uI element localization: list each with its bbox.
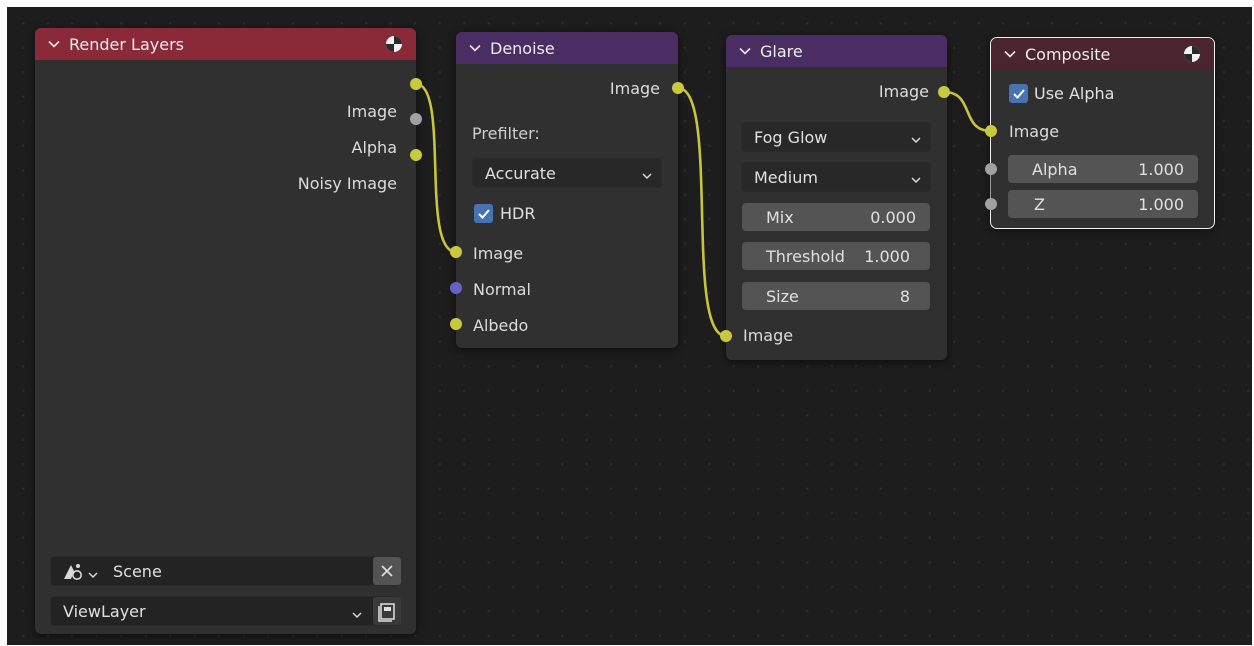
chevron-down-icon[interactable] [738, 44, 752, 58]
chevron-down-icon [910, 171, 922, 184]
render-globe-icon[interactable] [384, 34, 404, 54]
mix-value: 0.000 [870, 207, 916, 227]
render-layers-noisy-image-socket[interactable] [410, 149, 422, 161]
glare-image-output-socket[interactable] [938, 86, 950, 98]
socket-label: Albedo [473, 315, 529, 335]
prefilter-value: Accurate [485, 163, 556, 183]
glare-node[interactable]: Glare Image Fog Glow Medium Mix 0.000 Th… [726, 35, 947, 360]
alpha-label: Alpha [1032, 159, 1078, 179]
glare-quality-dropdown[interactable]: Medium [741, 162, 931, 192]
input-row-albedo: Albedo [473, 312, 528, 338]
hdr-checkbox[interactable] [474, 204, 493, 223]
node-title: Composite [1025, 44, 1111, 64]
socket-label: Image [609, 78, 660, 98]
output-row-noisy-image: Noisy Image [35, 170, 397, 196]
render-globe-icon[interactable] [1182, 44, 1202, 64]
scene-name[interactable]: Scene [113, 562, 162, 581]
input-row-image: Image [743, 322, 793, 348]
threshold-field[interactable]: Threshold 1.000 [742, 242, 930, 270]
size-field[interactable]: Size 8 [742, 282, 930, 310]
socket-label: Noisy Image [297, 173, 397, 193]
chevron-down-icon [641, 167, 653, 180]
render-layers-alpha-socket[interactable] [410, 113, 422, 125]
input-row-normal: Normal [473, 276, 531, 302]
size-value: 8 [899, 286, 910, 306]
prefilter-label: Prefilter: [472, 124, 540, 143]
mix-field[interactable]: Mix 0.000 [742, 203, 930, 231]
use-alpha-label[interactable]: Use Alpha [1034, 84, 1114, 103]
glare-quality-value: Medium [754, 167, 818, 187]
chevron-down-icon[interactable] [1003, 47, 1017, 61]
render-layers-node[interactable]: Render Layers Image Alpha Noisy Image Sc… [35, 28, 416, 634]
node-title: Glare [760, 41, 803, 61]
z-label: Z [1034, 194, 1045, 214]
composite-z-input-socket[interactable] [985, 198, 997, 210]
socket-label: Image [743, 325, 794, 345]
chevron-down-icon [87, 566, 99, 585]
scene-selector[interactable]: Scene [50, 556, 400, 586]
denoise-header[interactable]: Denoise [456, 32, 678, 64]
prefilter-dropdown[interactable]: Accurate [472, 158, 662, 188]
output-row-alpha: Alpha [35, 134, 398, 160]
z-field[interactable]: Z 1.000 [1008, 190, 1198, 218]
socket-label: Alpha [351, 137, 398, 157]
chevron-down-icon [910, 131, 922, 144]
size-label: Size [766, 286, 799, 306]
threshold-value: 1.000 [864, 246, 910, 266]
use-alpha-checkbox[interactable] [1009, 84, 1028, 103]
glare-image-input-socket[interactable] [720, 330, 732, 342]
threshold-label: Threshold [766, 246, 845, 266]
alpha-field[interactable]: Alpha 1.000 [1008, 155, 1198, 183]
denoise-albedo-input-socket[interactable] [450, 318, 462, 330]
render-layers-image-socket[interactable] [410, 78, 422, 90]
socket-label: Image [346, 101, 397, 121]
denoise-node[interactable]: Denoise Image Prefilter: Accurate HDR Im… [456, 32, 678, 348]
view-layer-icon[interactable] [373, 597, 401, 625]
close-icon[interactable] [373, 557, 401, 585]
input-row-image: Image [1009, 118, 1059, 144]
denoise-image-output-socket[interactable] [672, 82, 684, 94]
socket-label: Image [878, 81, 929, 101]
socket-label: Image [473, 243, 524, 263]
input-row-image: Image [473, 240, 523, 266]
z-value: 1.000 [1138, 194, 1184, 214]
node-title: Denoise [490, 38, 555, 58]
output-row-image: Image [456, 75, 660, 101]
composite-image-input-socket[interactable] [985, 125, 997, 137]
composite-node[interactable]: Composite Use Alpha Image Alpha 1.000 Z … [990, 37, 1215, 229]
composite-alpha-input-socket[interactable] [985, 163, 997, 175]
view-layer-selector[interactable]: ViewLayer [50, 596, 400, 626]
denoise-normal-input-socket[interactable] [450, 282, 462, 294]
chevron-down-icon [351, 606, 363, 625]
glare-header[interactable]: Glare [726, 35, 947, 67]
render-layers-header[interactable]: Render Layers [35, 28, 416, 60]
scene-icon[interactable] [61, 561, 85, 587]
composite-header[interactable]: Composite [991, 38, 1214, 70]
node-title: Render Layers [69, 34, 184, 54]
view-layer-name[interactable]: ViewLayer [63, 602, 146, 621]
socket-label: Normal [473, 279, 531, 299]
output-row-image: Image [726, 78, 929, 104]
denoise-image-input-socket[interactable] [450, 246, 462, 258]
mix-label: Mix [766, 207, 794, 227]
output-row-image: Image [35, 98, 397, 124]
alpha-value: 1.000 [1138, 159, 1184, 179]
glare-type-dropdown[interactable]: Fog Glow [741, 122, 931, 152]
socket-label: Image [1009, 121, 1060, 141]
chevron-down-icon[interactable] [47, 37, 61, 51]
chevron-down-icon[interactable] [468, 41, 482, 55]
hdr-label[interactable]: HDR [500, 204, 535, 223]
glare-type-value: Fog Glow [754, 127, 828, 147]
